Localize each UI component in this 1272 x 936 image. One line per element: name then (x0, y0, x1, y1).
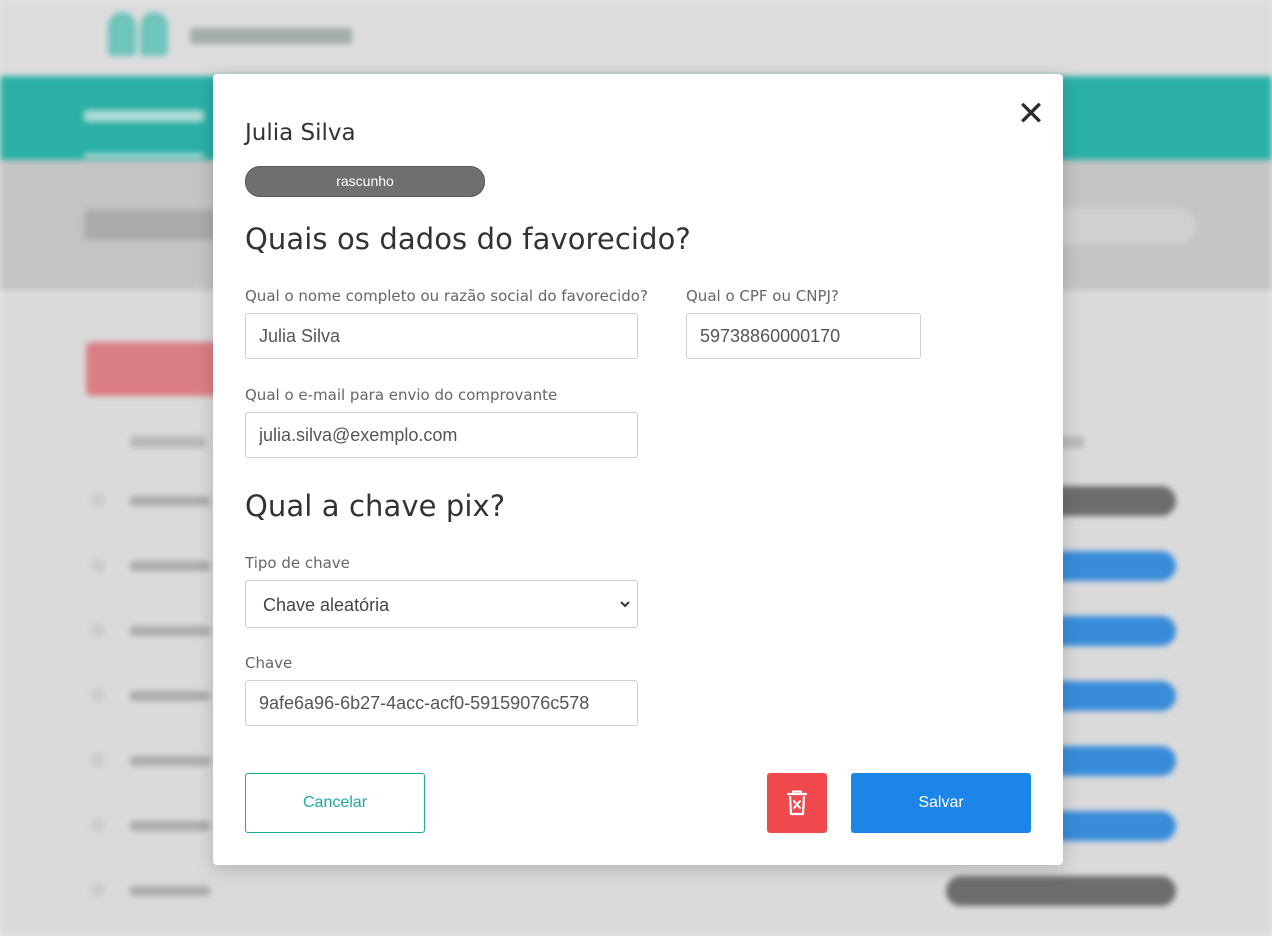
delete-button[interactable] (767, 773, 827, 833)
status-badge: rascunho (245, 166, 485, 197)
section-title-pix: Qual a chave pix? (245, 489, 506, 523)
name-label: Qual o nome completo ou razão social do … (245, 287, 648, 305)
cpf-cnpj-label: Qual o CPF ou CNPJ? (686, 287, 839, 305)
trash-icon (786, 790, 808, 816)
cpf-cnpj-field[interactable] (686, 313, 921, 359)
section-title-favorecido: Quais os dados do favorecido? (245, 222, 691, 256)
cancel-button[interactable]: Cancelar (245, 773, 425, 833)
chevron-down-icon (619, 592, 631, 623)
key-type-selected: Chave aleatória (263, 595, 390, 615)
key-type-select[interactable]: Chave aleatória (245, 580, 638, 628)
pix-key-field[interactable] (245, 680, 638, 726)
key-type-label: Tipo de chave (245, 554, 350, 572)
key-label: Chave (245, 654, 293, 672)
name-field[interactable] (245, 313, 638, 359)
edit-favorecido-modal: ✕ Julia Silva rascunho Quais os dados do… (213, 74, 1063, 865)
close-icon[interactable]: ✕ (1013, 96, 1049, 132)
email-label: Qual o e-mail para envio do comprovante (245, 386, 558, 404)
save-button[interactable]: Salvar (851, 773, 1031, 833)
email-field[interactable] (245, 412, 638, 458)
modal-title: Julia Silva (245, 120, 356, 146)
